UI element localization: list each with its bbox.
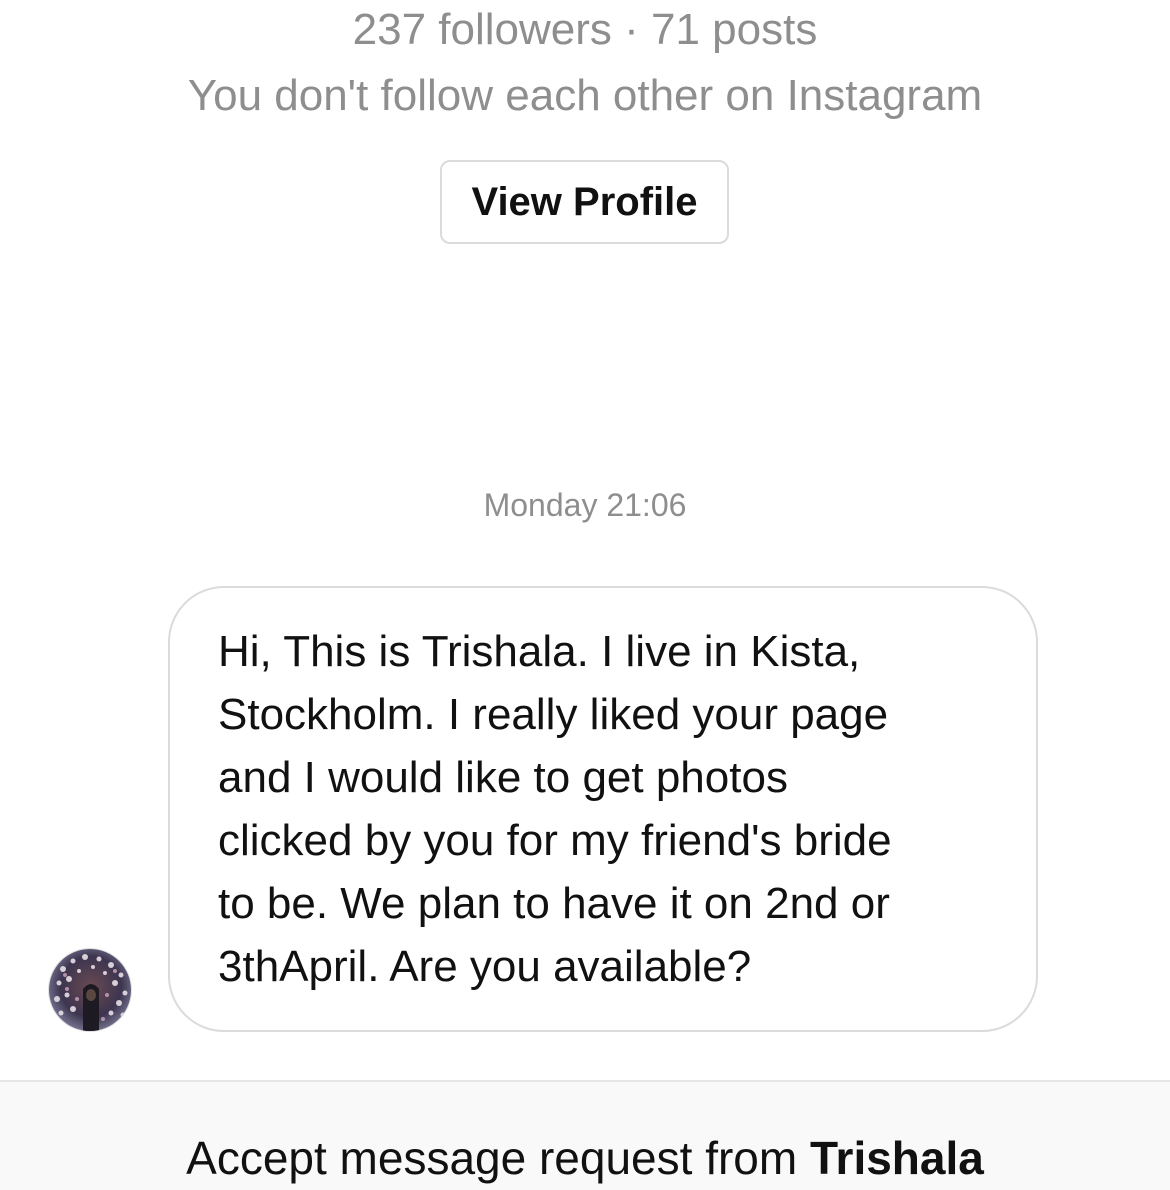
dm-request-screen: 237 followers · 71 posts You don't follo… xyxy=(0,0,1170,1190)
accept-request-prompt[interactable]: Accept message request from Trishala xyxy=(0,1128,1170,1188)
profile-stats: 237 followers · 71 posts xyxy=(352,5,818,54)
accept-request-label: Accept message request from xyxy=(186,1132,810,1184)
message-timestamp: Monday 21:06 xyxy=(483,487,687,523)
view-profile-button[interactable]: View Profile xyxy=(440,160,729,244)
follow-status-text: You don't follow each other on Instagram xyxy=(187,71,983,120)
avatar-photo-icon xyxy=(49,949,131,1031)
message-bubble[interactable]: Hi, This is Trishala. I live in Kista, S… xyxy=(168,586,1038,1032)
sender-avatar[interactable] xyxy=(48,948,132,1032)
requester-name: Trishala xyxy=(809,1132,984,1184)
message-text: Hi, This is Trishala. I live in Kista, S… xyxy=(218,627,892,991)
